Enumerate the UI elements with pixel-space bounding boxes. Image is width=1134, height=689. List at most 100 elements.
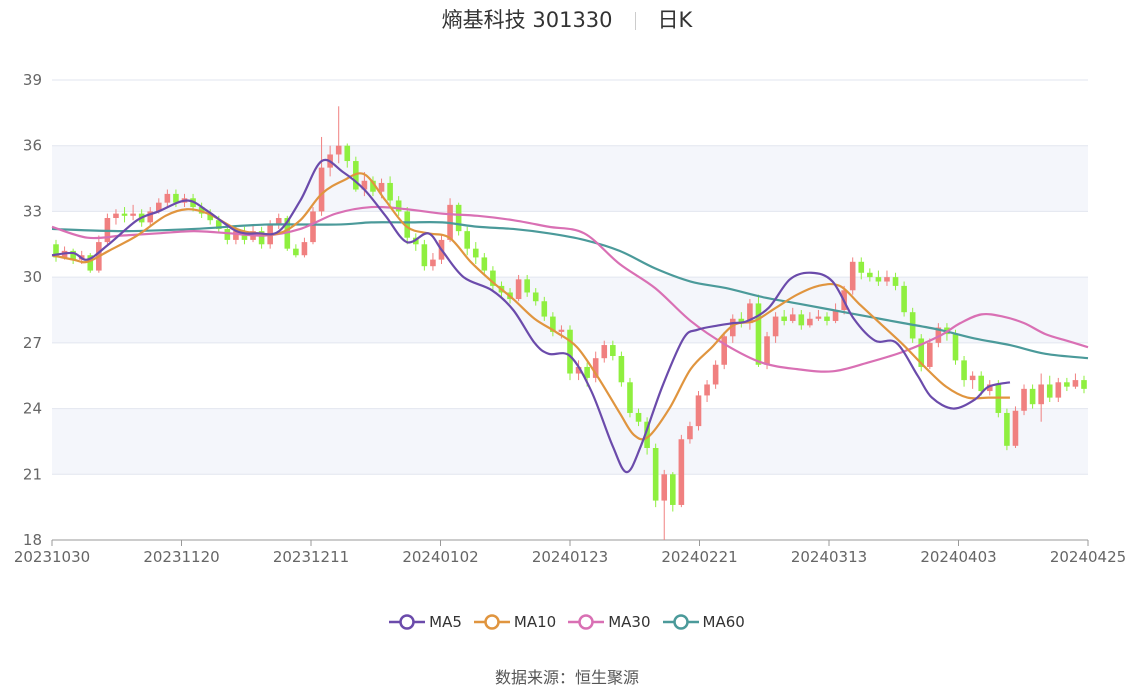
candle-body [1021, 388, 1027, 411]
candle-body [1072, 380, 1079, 387]
candle-body [1064, 382, 1070, 387]
candle-body [113, 213, 119, 218]
candle-body [318, 167, 325, 212]
x-tick-label: 20240221 [661, 548, 737, 566]
y-tick-label: 36 [23, 137, 42, 155]
candle-body [1038, 384, 1044, 405]
candle-body [173, 193, 179, 203]
candle-body [961, 360, 967, 381]
candle-body [815, 316, 822, 319]
candle-body [849, 261, 856, 291]
candle-body [301, 242, 308, 256]
x-tick-label: 20231211 [273, 548, 349, 566]
legend-item-ma5[interactable]: MA5 [389, 612, 462, 631]
y-tick-label: 21 [23, 465, 42, 483]
legend-item-ma30[interactable]: MA30 [568, 612, 651, 631]
candlestick-chart: 18 21 24 27 30 33 36 39 20231030 20231120 20231211… [14, 71, 1126, 566]
x-tick-label: 20240102 [402, 548, 478, 566]
legend-marker-icon [473, 614, 510, 630]
legend-label: MA60 [702, 612, 745, 631]
legend-label: MA10 [513, 612, 557, 631]
chart-legend: MA5 MA10 MA30 MA60 [0, 612, 1134, 631]
legend-item-ma10[interactable]: MA10 [473, 612, 557, 631]
data-source: 数据来源：恒生聚源 [0, 664, 1134, 688]
candle-body [661, 474, 668, 501]
candle-body [335, 145, 342, 155]
candle-body [455, 204, 462, 232]
candle-body [1004, 412, 1010, 446]
grid-band [52, 145, 1088, 212]
candle-body [1029, 388, 1036, 405]
candle-body [695, 395, 702, 427]
candle-body [164, 193, 171, 203]
candle-body [781, 316, 787, 321]
y-tick-label: 33 [23, 202, 42, 220]
candle-body [670, 474, 676, 505]
candle-body [567, 329, 573, 374]
y-tick-label: 39 [23, 71, 42, 89]
candle-body [678, 439, 685, 505]
legend-item-ma60[interactable]: MA60 [662, 612, 745, 631]
y-tick-label: 30 [23, 268, 42, 286]
x-tick-label: 20240403 [920, 548, 996, 566]
candle-body [481, 257, 488, 271]
candle-body [789, 314, 796, 321]
x-tick-label: 20240123 [532, 548, 608, 566]
candle-body [627, 382, 633, 413]
legend-marker-icon [662, 614, 699, 630]
candle-body [524, 279, 530, 293]
candle-body [755, 303, 762, 365]
x-tick-label: 20240313 [791, 548, 867, 566]
x-tick-label: 20231120 [143, 548, 219, 566]
candle-body [952, 334, 959, 361]
candle-body [764, 336, 770, 365]
candle-body [584, 366, 590, 378]
x-tick-label: 20240425 [1050, 548, 1126, 566]
candle-body [515, 279, 522, 300]
candle-body [927, 342, 933, 367]
y-tick-label: 27 [23, 334, 42, 352]
candle-body [901, 285, 907, 313]
candle-body [293, 248, 299, 256]
candle-body [978, 375, 984, 392]
candle-body [884, 277, 890, 282]
y-tick-label: 24 [23, 400, 42, 418]
candle-body [1055, 382, 1062, 398]
candle-body [387, 182, 393, 201]
legend-marker-icon [568, 614, 605, 630]
candle-body [1012, 410, 1019, 446]
candle-body [1081, 380, 1087, 389]
candle-body [130, 213, 136, 216]
candle-body [472, 248, 479, 258]
legend-label: MA5 [429, 612, 462, 631]
candle-body [541, 301, 548, 317]
legend-label: MA30 [608, 612, 651, 631]
candle-body [892, 277, 899, 286]
candle-body [344, 145, 351, 162]
candle-body [310, 211, 316, 243]
source-label: 数据来源： [494, 668, 575, 687]
candle-body [875, 277, 882, 282]
candle-body [558, 329, 565, 332]
grid-band [52, 408, 1088, 475]
candle-body [464, 231, 470, 249]
candle-body [532, 292, 539, 302]
candle-body [687, 426, 693, 440]
source-name: 恒生聚源 [575, 668, 640, 687]
candle-body [121, 213, 128, 216]
candle-body [601, 345, 608, 359]
candle-body [858, 261, 865, 273]
candle-body [430, 259, 436, 267]
candle-body [635, 412, 642, 422]
candle-body [969, 375, 976, 381]
candle-body [1046, 384, 1053, 398]
candle-body [721, 336, 727, 365]
candle-body [824, 316, 830, 321]
candle-body [867, 272, 873, 278]
candle-body [798, 314, 805, 326]
candle-body [772, 316, 779, 337]
candle-body [421, 244, 428, 267]
candle-body [807, 318, 813, 326]
candle-body [610, 345, 616, 356]
x-tick-label: 20231030 [14, 548, 90, 566]
